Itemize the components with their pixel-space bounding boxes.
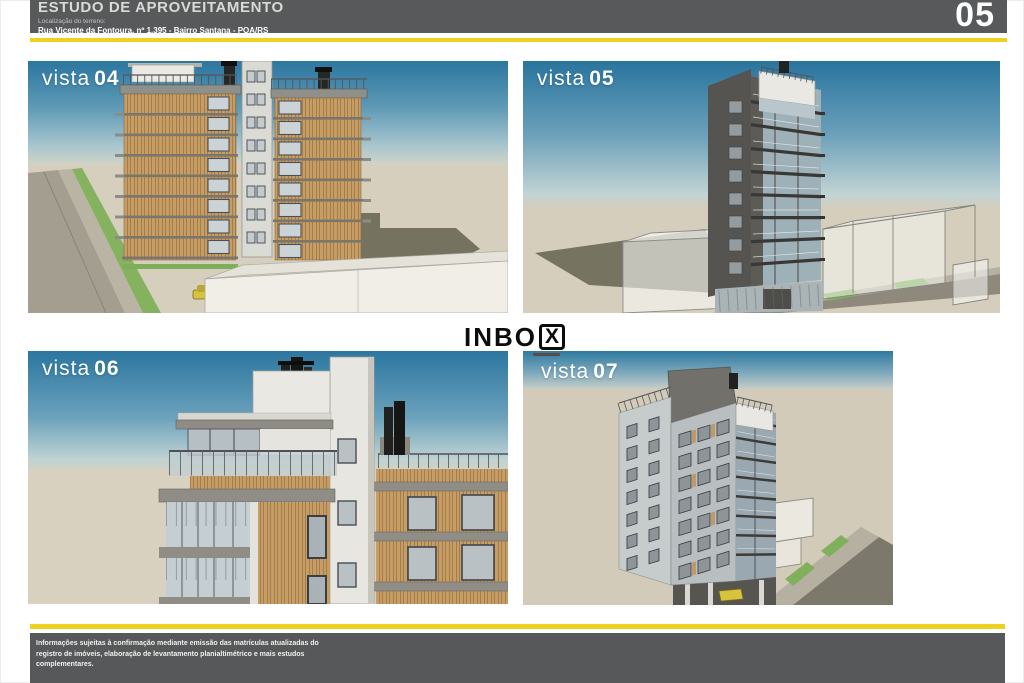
footer-accent-rule xyxy=(30,624,1005,629)
header-accent-rule xyxy=(30,38,1007,42)
presentation-page: ESTUDO DE APROVEITAMENTO Localização do … xyxy=(0,0,1024,683)
vista-label-prefix: vista xyxy=(537,67,585,90)
watermark-text: INBO xyxy=(464,324,537,350)
vista-label-prefix: vista xyxy=(42,67,90,90)
page-number: 05 xyxy=(955,0,995,34)
vista-label-prefix: vista xyxy=(42,357,90,380)
render-vista-05 xyxy=(523,61,1000,313)
render-vista-07 xyxy=(523,351,893,605)
page-title: ESTUDO DE APROVEITAMENTO xyxy=(38,0,284,16)
panel-vista-05: vista05 xyxy=(523,61,1000,313)
vista-label-number: 04 xyxy=(94,67,119,90)
panel-vista-07: vista07 xyxy=(523,351,893,605)
vista-label-prefix: vista xyxy=(541,360,589,383)
footer-bar: Informações sujeitas à confirmação media… xyxy=(30,633,1005,683)
watermark-tagline xyxy=(533,353,560,356)
panel-vista-06: vista06 xyxy=(28,351,508,604)
inbox-watermark: INBO X xyxy=(464,324,565,350)
render-vista-04 xyxy=(28,61,508,313)
vista-05-label: vista05 xyxy=(537,67,615,91)
vista-06-label: vista06 xyxy=(42,357,120,381)
panel-vista-04: vista04 xyxy=(28,61,508,313)
vista-label-number: 06 xyxy=(94,357,119,380)
vista-07-label: vista07 xyxy=(541,360,619,384)
header-title-block: ESTUDO DE APROVEITAMENTO Localização do … xyxy=(38,0,284,35)
vista-04-label: vista04 xyxy=(42,67,120,91)
watermark-boxed-x-icon: X xyxy=(539,324,565,350)
render-vista-06 xyxy=(28,351,508,604)
vista-label-number: 05 xyxy=(589,67,614,90)
location-label: Localização do terreno: xyxy=(38,18,284,25)
footer-disclaimer: Informações sujeitas à confirmação media… xyxy=(36,639,1005,671)
header-bar: ESTUDO DE APROVEITAMENTO Localização do … xyxy=(30,0,1007,33)
location-value: Rua Vicente da Fontoura, nº 1.395 - Bair… xyxy=(38,26,284,35)
vista-label-number: 07 xyxy=(593,360,618,383)
